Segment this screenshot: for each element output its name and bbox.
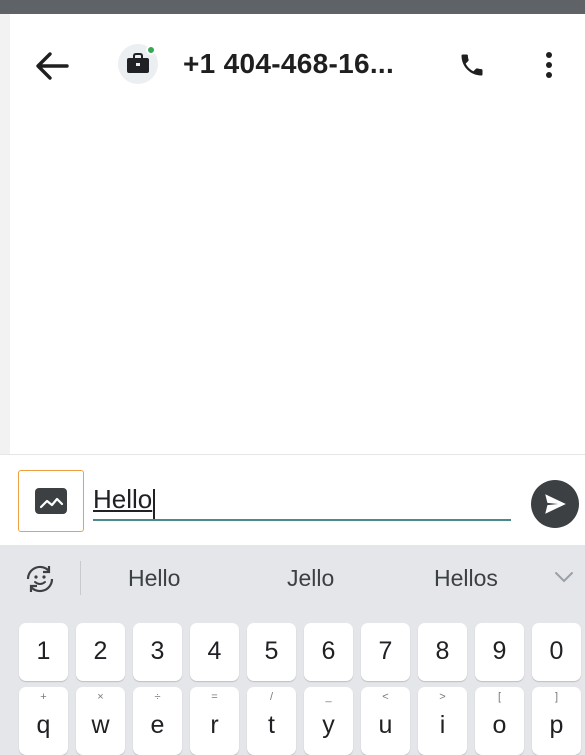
send-icon bbox=[545, 494, 566, 514]
chevron-down-icon bbox=[555, 572, 573, 583]
key-p-label: p bbox=[549, 711, 564, 739]
key-y-label: y bbox=[322, 711, 335, 739]
emoji-toggle-button[interactable] bbox=[22, 561, 58, 597]
send-button[interactable] bbox=[531, 480, 579, 528]
more-options-button[interactable] bbox=[534, 48, 564, 82]
key-p[interactable]: ] p bbox=[532, 687, 581, 755]
key-o-alt: [ bbox=[497, 691, 502, 703]
text-cursor bbox=[153, 488, 156, 519]
key-t-label: t bbox=[268, 711, 275, 739]
key-r[interactable]: = r bbox=[190, 687, 239, 755]
conversation-header: +1 404-468-16... bbox=[0, 14, 585, 114]
briefcase-icon bbox=[127, 53, 149, 73]
contact-title[interactable]: +1 404-468-16... bbox=[183, 48, 394, 80]
key-q-alt: + bbox=[40, 691, 47, 703]
expand-suggestions-button[interactable] bbox=[553, 569, 575, 585]
key-e-label: e bbox=[150, 711, 165, 739]
key-y-alt: _ bbox=[325, 691, 332, 703]
key-t-alt: / bbox=[269, 691, 274, 703]
key-y[interactable]: _ y bbox=[304, 687, 353, 755]
phone-icon bbox=[461, 54, 483, 76]
compose-bar: Hello bbox=[0, 455, 585, 545]
key-2[interactable]: 2 bbox=[76, 623, 125, 681]
key-w[interactable]: × w bbox=[76, 687, 125, 755]
suggestion-2[interactable]: Jello bbox=[287, 565, 334, 592]
key-i-alt: > bbox=[439, 691, 446, 703]
soft-keyboard: Hello Jello Hellos 1 2 3 4 5 6 7 8 9 0 +… bbox=[0, 545, 585, 755]
key-u-alt: < bbox=[382, 691, 389, 703]
status-dot bbox=[146, 45, 156, 55]
suggestion-1[interactable]: Hello bbox=[128, 565, 180, 592]
key-6[interactable]: 6 bbox=[304, 623, 353, 681]
number-row: 1 2 3 4 5 6 7 8 9 0 bbox=[0, 623, 585, 681]
key-u[interactable]: < u bbox=[361, 687, 410, 755]
suggestion-3[interactable]: Hellos bbox=[434, 565, 498, 592]
key-q-label: q bbox=[36, 711, 51, 739]
key-3[interactable]: 3 bbox=[133, 623, 182, 681]
key-8[interactable]: 8 bbox=[418, 623, 467, 681]
key-4[interactable]: 4 bbox=[190, 623, 239, 681]
key-e[interactable]: ÷ e bbox=[133, 687, 182, 755]
message-input[interactable]: Hello bbox=[93, 481, 511, 521]
key-r-alt: = bbox=[211, 691, 218, 703]
key-w-label: w bbox=[91, 711, 110, 739]
key-7[interactable]: 7 bbox=[361, 623, 410, 681]
key-9[interactable]: 9 bbox=[475, 623, 524, 681]
call-button[interactable] bbox=[455, 48, 489, 82]
letter-row-top: + q × w ÷ e = r / t _ y < u > i [o ] p bbox=[0, 687, 585, 755]
back-button[interactable] bbox=[32, 46, 72, 86]
key-q[interactable]: + q bbox=[19, 687, 68, 755]
key-0[interactable]: 0 bbox=[532, 623, 581, 681]
key-1[interactable]: 1 bbox=[19, 623, 68, 681]
key-o[interactable]: [o bbox=[475, 687, 524, 755]
status-bar-strip bbox=[0, 0, 585, 14]
attach-image-button[interactable] bbox=[18, 470, 84, 532]
key-i[interactable]: > i bbox=[418, 687, 467, 755]
key-u-label: u bbox=[378, 711, 393, 739]
key-r-label: r bbox=[210, 711, 219, 739]
more-vert-icon bbox=[546, 52, 552, 78]
message-input-text: Hello bbox=[93, 484, 153, 514]
arrow-left-icon bbox=[36, 52, 69, 80]
key-p-alt: ] bbox=[554, 691, 559, 703]
image-icon bbox=[35, 488, 67, 514]
suggestion-bar: Hello Jello Hellos bbox=[0, 545, 585, 611]
contact-avatar[interactable] bbox=[118, 44, 158, 84]
key-e-alt: ÷ bbox=[154, 691, 161, 703]
message-list[interactable] bbox=[10, 114, 585, 454]
key-w-alt: × bbox=[97, 691, 104, 703]
key-5[interactable]: 5 bbox=[247, 623, 296, 681]
emoji-cycle-icon bbox=[26, 565, 54, 593]
key-t[interactable]: / t bbox=[247, 687, 296, 755]
key-i-label: i bbox=[439, 711, 446, 739]
key-o-label: o bbox=[492, 711, 507, 739]
suggestion-divider bbox=[80, 561, 81, 595]
